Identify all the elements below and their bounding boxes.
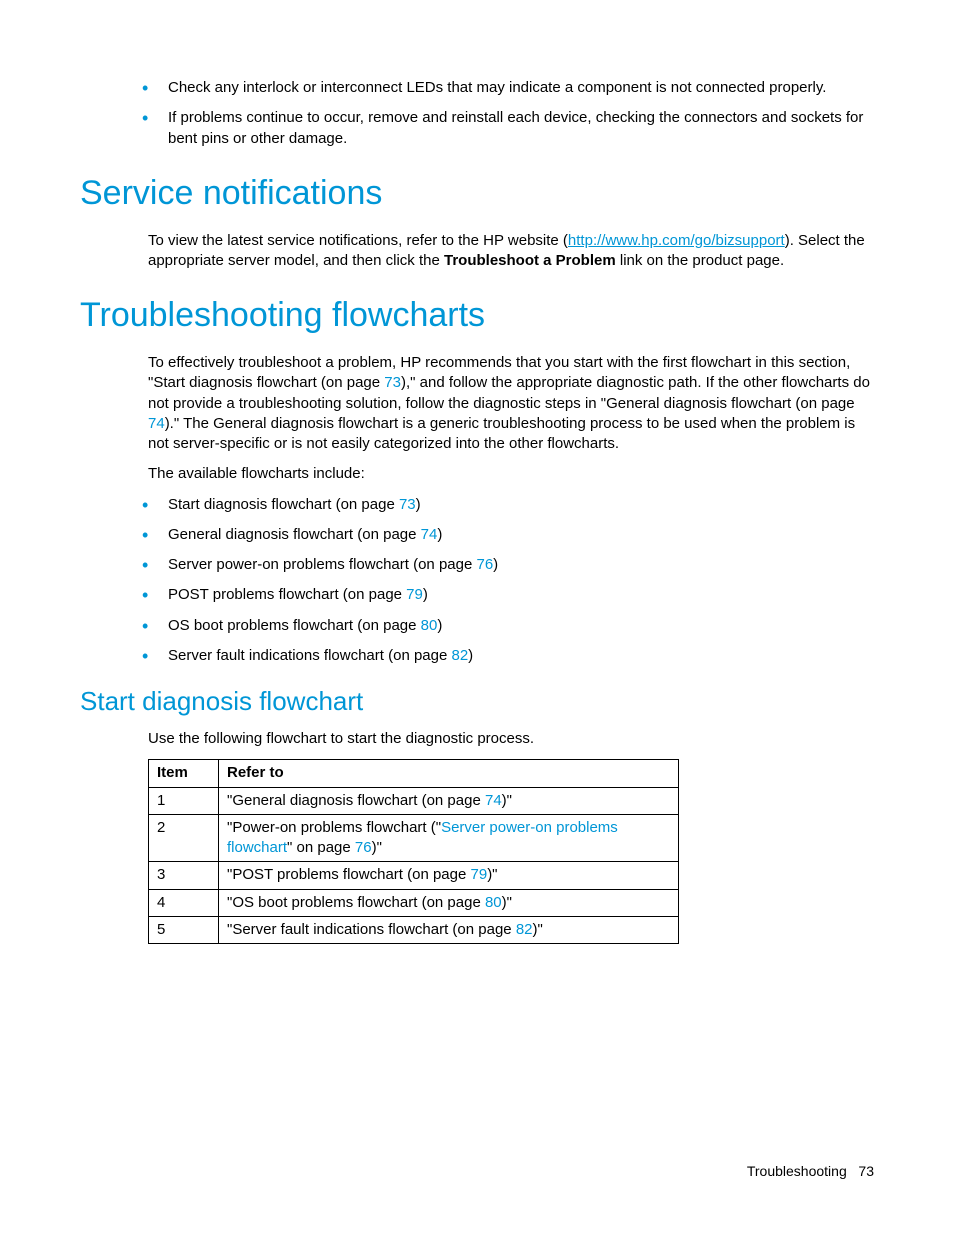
text: ) <box>437 617 442 634</box>
text: Server fault indications flowchart (on p… <box>168 647 451 664</box>
cell-item: 3 <box>149 862 219 889</box>
table-row: 2"Power-on problems flowchart ("Server p… <box>149 814 679 862</box>
list-item: Start diagnosis flowchart (on page 73) <box>168 495 874 515</box>
cell-refer: "Power-on problems flowchart ("Server po… <box>219 814 679 862</box>
table-header-row: Item Refer to <box>149 760 679 787</box>
text: )" <box>372 839 382 856</box>
text: General diagnosis flowchart (on page <box>168 526 421 543</box>
bold-text: Troubleshoot a Problem <box>444 252 616 269</box>
cell-item: 1 <box>149 787 219 814</box>
text: "OS boot problems flowchart (on page <box>227 894 485 911</box>
flowchart-list: Start diagnosis flowchart (on page 73)Ge… <box>80 495 874 667</box>
text: To view the latest service notifications… <box>148 232 568 249</box>
trouble-paragraph-1: To effectively troubleshoot a problem, H… <box>80 353 874 454</box>
text: ) <box>423 586 428 603</box>
page-ref[interactable]: 73 <box>399 496 416 513</box>
cell-item: 5 <box>149 916 219 943</box>
page-ref[interactable]: 74 <box>485 792 502 809</box>
text: ) <box>493 556 498 573</box>
cell-refer: "Server fault indications flowchart (on … <box>219 916 679 943</box>
cell-refer: "General diagnosis flowchart (on page 74… <box>219 787 679 814</box>
page-ref[interactable]: 76 <box>355 839 372 856</box>
list-item: Server power-on problems flowchart (on p… <box>168 555 874 575</box>
list-item: POST problems flowchart (on page 79) <box>168 585 874 605</box>
page-ref[interactable]: 79 <box>406 586 423 603</box>
table-row: 5 "Server fault indications flowchart (on… <box>149 916 679 943</box>
text: Start diagnosis flowchart (on page <box>168 496 399 513</box>
text: OS boot problems flowchart (on page <box>168 617 421 634</box>
table-row: 3"POST problems flowchart (on page 79)" <box>149 862 679 889</box>
text: "Power-on problems flowchart (" <box>227 819 441 836</box>
text: ) <box>416 496 421 513</box>
start-paragraph: Use the following flowchart to start the… <box>80 729 874 749</box>
hp-support-link[interactable]: http://www.hp.com/go/bizsupport <box>568 232 785 249</box>
page-ref[interactable]: 76 <box>476 556 493 573</box>
text: )" <box>533 921 543 938</box>
th-refer: Refer to <box>219 760 679 787</box>
page-ref[interactable]: 82 <box>451 647 468 664</box>
heading-troubleshooting-flowcharts: Troubleshooting flowcharts <box>80 293 874 339</box>
service-paragraph: To view the latest service notifications… <box>80 231 874 272</box>
cell-item: 4 <box>149 889 219 916</box>
list-item: Check any interlock or interconnect LEDs… <box>168 78 874 98</box>
page-footer: Troubleshooting 73 <box>747 1162 874 1181</box>
intro-bullet-list: Check any interlock or interconnect LEDs… <box>80 78 874 149</box>
list-item: Server fault indications flowchart (on p… <box>168 646 874 666</box>
text: "General diagnosis flowchart (on page <box>227 792 485 809</box>
list-item: General diagnosis flowchart (on page 74) <box>168 525 874 545</box>
table-row: 1"General diagnosis flowchart (on page 7… <box>149 787 679 814</box>
text: Server power-on problems flowchart (on p… <box>168 556 476 573</box>
heading-service-notifications: Service notifications <box>80 171 874 217</box>
text: )" <box>487 866 497 883</box>
list-item: OS boot problems flowchart (on page 80) <box>168 616 874 636</box>
page-ref[interactable]: 73 <box>384 374 401 391</box>
th-item: Item <box>149 760 219 787</box>
text: )" <box>502 894 512 911</box>
cell-refer: "OS boot problems flowchart (on page 80)… <box>219 889 679 916</box>
text: POST problems flowchart (on page <box>168 586 406 603</box>
cell-item: 2 <box>149 814 219 862</box>
text: ) <box>437 526 442 543</box>
page-ref[interactable]: 74 <box>148 415 165 432</box>
text: "Server fault indications flowchart (on … <box>227 921 516 938</box>
footer-page-number: 73 <box>858 1163 874 1179</box>
trouble-paragraph-2: The available flowcharts include: <box>80 464 874 484</box>
cell-refer: "POST problems flowchart (on page 79)" <box>219 862 679 889</box>
text: )" <box>502 792 512 809</box>
footer-section: Troubleshooting <box>747 1163 847 1179</box>
page-ref[interactable]: 74 <box>421 526 438 543</box>
text: "POST problems flowchart (on page <box>227 866 471 883</box>
page-ref[interactable]: 79 <box>471 866 488 883</box>
page-ref[interactable]: 82 <box>516 921 533 938</box>
text: ) <box>468 647 473 664</box>
text: )." The General diagnosis flowchart is a… <box>148 415 855 452</box>
table-row: 4"OS boot problems flowchart (on page 80… <box>149 889 679 916</box>
heading-start-diagnosis: Start diagnosis flowchart <box>80 684 874 719</box>
page-ref[interactable]: 80 <box>421 617 438 634</box>
text: " on page <box>287 839 355 856</box>
text: link on the product page. <box>616 252 784 269</box>
page-ref[interactable]: 80 <box>485 894 502 911</box>
list-item: If problems continue to occur, remove an… <box>168 108 874 149</box>
flowchart-table: Item Refer to 1"General diagnosis flowch… <box>148 759 679 944</box>
